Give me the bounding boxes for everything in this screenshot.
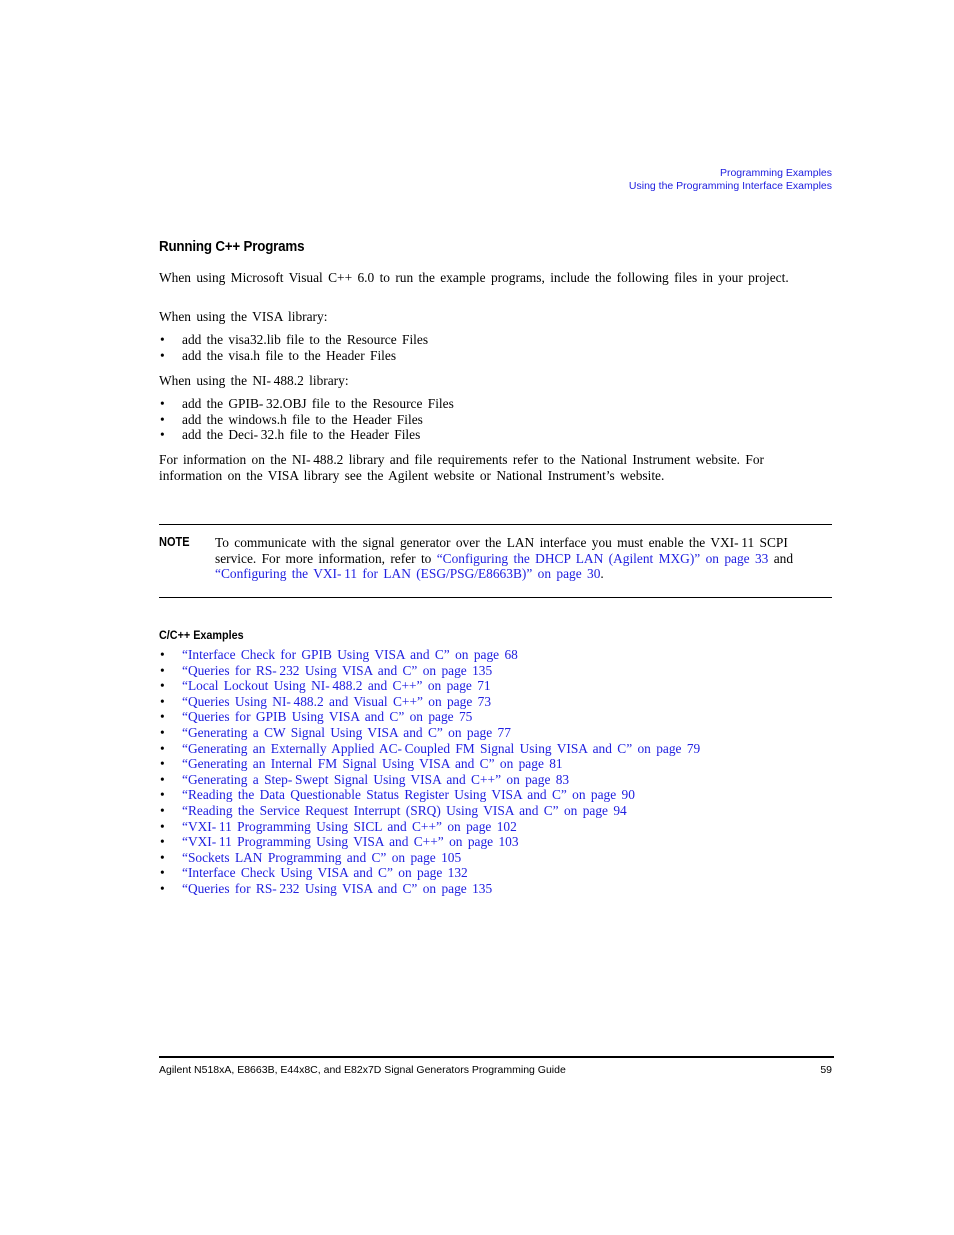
ni-lead: When using the NI- 488.2 library: <box>159 373 349 388</box>
bullet-icon: • <box>160 865 165 881</box>
running-header: Programming Examples Using the Programmi… <box>629 167 832 192</box>
bullet-icon: • <box>160 678 165 694</box>
example-link[interactable]: “Queries Using NI- 488.2 and Visual C++”… <box>182 694 491 709</box>
bullet-icon: • <box>160 396 165 411</box>
list-item: • “Generating a CW Signal Using VISA and … <box>159 725 839 741</box>
example-link[interactable]: “VXI- 11 Programming Using VISA and C++”… <box>182 834 519 849</box>
list-item-text: add the GPIB- 32.OBJ file to the Resourc… <box>182 396 454 411</box>
visa-list: • add the visa32.lib file to the Resource… <box>159 332 827 363</box>
examples-title: C/C++ Examples <box>159 628 244 642</box>
example-link[interactable]: “VXI- 11 Programming Using SICL and C++”… <box>182 819 517 834</box>
list-item: • add the visa32.lib file to the Resource… <box>159 332 827 348</box>
list-item: • add the Deci- 32.h file to the Header F… <box>159 427 827 443</box>
list-item: • “Interface Check for GPIB Using VISA an… <box>159 647 839 663</box>
bullet-icon: • <box>160 709 165 725</box>
list-item: • “VXI- 11 Programming Using SICL and C++… <box>159 819 839 835</box>
bullet-icon: • <box>160 834 165 850</box>
list-item: • add the GPIB- 32.OBJ file to the Resour… <box>159 396 827 412</box>
list-item: • “Queries for RS- 232 Using VISA and C” … <box>159 881 839 897</box>
list-item: • “Queries for RS- 232 Using VISA and C” … <box>159 663 839 679</box>
bullet-icon: • <box>160 818 165 834</box>
bullet-icon: • <box>160 771 165 787</box>
list-item: • “Queries Using NI- 488.2 and Visual C++… <box>159 694 839 710</box>
list-item: • “Reading the Service Request Interrupt … <box>159 803 839 819</box>
note-divider-bottom <box>159 597 832 598</box>
list-item: • add the visa.h file to the Header Files <box>159 348 827 364</box>
list-item: • “Generating an Internal FM Signal Using… <box>159 756 839 772</box>
bullet-icon: • <box>160 411 165 427</box>
list-item: • “Generating an Externally Applied AC- C… <box>159 741 839 757</box>
example-link[interactable]: “Generating an Internal FM Signal Using … <box>182 756 563 771</box>
bullet-icon: • <box>160 756 165 772</box>
bullet-icon: • <box>160 427 165 443</box>
page-number: 59 <box>820 1064 832 1076</box>
bullet-icon: • <box>160 693 165 709</box>
note-text: To communicate with the signal generator… <box>215 535 815 582</box>
list-item: • “Sockets LAN Programming and C” on page… <box>159 850 839 866</box>
example-link[interactable]: “Interface Check for GPIB Using VISA and… <box>182 647 518 662</box>
list-item: • “Reading the Data Questionable Status R… <box>159 787 839 803</box>
bullet-icon: • <box>160 787 165 803</box>
list-item: • add the windows.h file to the Header Fi… <box>159 412 827 428</box>
footer-title: Agilent N518xA, E8663B, E44x8C, and E82x… <box>159 1064 566 1076</box>
intro-paragraph: When using Microsoft Visual C++ 6.0 to r… <box>159 270 789 285</box>
example-link[interactable]: “Queries for RS- 232 Using VISA and C” o… <box>182 663 492 678</box>
bullet-icon: • <box>160 802 165 818</box>
visa-lead: When using the VISA library: <box>159 309 328 324</box>
example-link[interactable]: “Reading the Data Questionable Status Re… <box>182 787 635 802</box>
example-link[interactable]: “Queries for RS- 232 Using VISA and C” o… <box>182 881 492 896</box>
list-item-text: add the visa.h file to the Header Files <box>182 347 397 363</box>
example-link[interactable]: “Generating an Externally Applied AC- Co… <box>182 741 700 756</box>
bullet-icon: • <box>160 347 165 363</box>
note-label: NOTE <box>159 535 190 549</box>
bullet-icon: • <box>160 724 165 740</box>
example-link[interactable]: “Local Lockout Using NI- 488.2 and C++” … <box>182 678 491 693</box>
list-item: • “Local Lockout Using NI- 488.2 and C++”… <box>159 678 839 694</box>
example-link[interactable]: “Reading the Service Request Interrupt (… <box>182 803 627 818</box>
bullet-icon: • <box>160 647 165 662</box>
footer-divider <box>159 1056 834 1058</box>
example-link[interactable]: “Interface Check Using VISA and C” on pa… <box>182 865 468 880</box>
note-divider-top <box>159 524 832 525</box>
list-item: • “Interface Check Using VISA and C” on p… <box>159 865 839 881</box>
info-paragraph: For information on the NI- 488.2 library… <box>159 452 764 483</box>
list-item: • “Queries for GPIB Using VISA and C” on … <box>159 709 839 725</box>
note-link-dhcp-lan[interactable]: “Configuring the DHCP LAN (Agilent MXG)”… <box>437 551 769 566</box>
bullet-icon: • <box>160 740 165 756</box>
list-item: • “Generating a Step- Swept Signal Using … <box>159 772 839 788</box>
example-link[interactable]: “Generating a Step- Swept Signal Using V… <box>182 772 569 787</box>
list-item-text: add the visa32.lib file to the Resource … <box>182 332 429 347</box>
example-link[interactable]: “Queries for GPIB Using VISA and C” on p… <box>182 709 472 724</box>
list-item-text: add the Deci- 32.h file to the Header Fi… <box>182 427 421 443</box>
note-link-vxi11-lan[interactable]: “Configuring the VXI- 11 for LAN (ESG/PS… <box>215 566 600 581</box>
bullet-icon: • <box>160 880 165 896</box>
example-link[interactable]: “Sockets LAN Programming and C” on page … <box>182 850 461 865</box>
example-link[interactable]: “Generating a CW Signal Using VISA and C… <box>182 725 511 740</box>
section-title: Running C++ Programs <box>159 239 305 255</box>
header-section-link[interactable]: Using the Programming Interface Examples <box>629 180 832 193</box>
note-text-part: and <box>768 550 794 566</box>
bullet-icon: • <box>160 662 165 678</box>
bullet-icon: • <box>160 849 165 865</box>
list-item-text: add the windows.h file to the Header Fil… <box>182 411 423 427</box>
bullet-icon: • <box>160 332 165 347</box>
ni-list: • add the GPIB- 32.OBJ file to the Resour… <box>159 396 827 443</box>
header-chapter-link[interactable]: Programming Examples <box>629 167 832 180</box>
note-text-part: . <box>600 566 604 582</box>
examples-list: • “Interface Check for GPIB Using VISA an… <box>159 647 839 897</box>
list-item: • “VXI- 11 Programming Using VISA and C++… <box>159 834 839 850</box>
